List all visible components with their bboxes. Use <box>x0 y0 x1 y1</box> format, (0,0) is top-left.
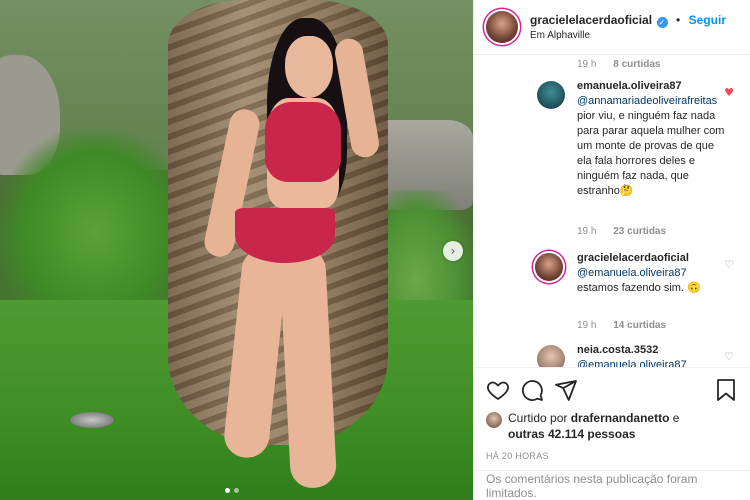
comment-body: pior viu, e ninguém faz nada para parar … <box>577 110 725 197</box>
comment-likes[interactable]: 8 curtidas <box>613 59 660 70</box>
comment-text: gracielelacerdaoficial @emanuela.oliveir… <box>577 251 727 296</box>
comment-item: emanuela.oliveira87 @annamariadeoliveira… <box>537 79 734 199</box>
leg-right <box>278 246 338 490</box>
bookmark-icon[interactable] <box>714 378 738 402</box>
carousel-next-button[interactable]: › <box>443 241 463 261</box>
comment-body: estamos fazendo sim. 🙃 <box>577 282 701 294</box>
comment-like-heart-icon[interactable]: ♡ <box>723 351 735 363</box>
carousel-dot <box>225 488 230 493</box>
comment-item: neia.costa.3532 @emanuela.oliveira87 ♡ <box>537 343 734 367</box>
commenter-avatar[interactable] <box>537 81 565 109</box>
ground-lamp <box>70 412 114 428</box>
comment-item: gracielelacerdaoficial @emanuela.oliveir… <box>535 251 734 296</box>
verified-icon: ✓ <box>656 16 668 28</box>
commenter-username[interactable]: neia.costa.3532 <box>577 344 658 356</box>
bikini-bottom <box>235 208 335 263</box>
comments-limited-notice: Os comentários nesta publicação foram li… <box>474 470 750 500</box>
commenter-username[interactable]: emanuela.oliveira87 <box>577 80 682 92</box>
comment-time: 19 h <box>577 320 597 331</box>
comment-like-heart-icon[interactable]: ♥ <box>723 87 735 99</box>
author-avatar[interactable] <box>486 11 518 43</box>
author-username[interactable]: gracielelacerdaoficial <box>530 13 652 27</box>
share-icon[interactable] <box>554 378 578 402</box>
comment-meta: 19 h 14 curtidas <box>577 320 666 331</box>
post-photo[interactable]: › <box>0 0 473 500</box>
separator-dot: • <box>675 12 681 27</box>
person-figure <box>201 18 385 498</box>
side-panel: gracielelacerdaoficial ✓ • Seguir Em Alp… <box>473 0 750 500</box>
action-icons <box>486 376 738 404</box>
carousel-dots <box>225 488 239 493</box>
liked-by-prefix: Curtido por <box>508 411 568 425</box>
head <box>285 36 333 98</box>
liked-by-suffix: e <box>672 411 680 425</box>
comment-icon[interactable] <box>520 378 544 402</box>
comment-mention[interactable]: @annamariadeoliveirafreitas <box>577 95 717 107</box>
comment-mention[interactable]: @emanuela.oliveira87 <box>577 359 687 367</box>
comment-text: emanuela.oliveira87 @annamariadeoliveira… <box>577 79 727 199</box>
leg-left <box>222 246 289 460</box>
comment-time: 19 h <box>577 226 597 237</box>
bikini-top <box>265 102 341 182</box>
carousel-dot <box>234 488 239 493</box>
liker-avatar[interactable] <box>486 412 502 428</box>
comment-time: 19 h <box>577 59 597 70</box>
comments-list[interactable]: 19 h 8 curtidas emanuela.oliveira87 @ann… <box>474 55 750 367</box>
liked-by-row: Curtido por drafernandanetto e outras 42… <box>486 410 738 442</box>
comment-meta: 19 h 23 curtidas <box>577 226 666 237</box>
post-timestamp[interactable]: HÁ 20 HORAS <box>486 451 738 461</box>
chevron-right-icon: › <box>450 244 456 258</box>
comment-like-heart-icon[interactable]: ♡ <box>723 259 735 271</box>
heart-icon[interactable] <box>486 378 510 402</box>
bush-left <box>0 130 190 300</box>
post-header: gracielelacerdaoficial ✓ • Seguir Em Alp… <box>474 0 750 55</box>
post-actions: Curtido por drafernandanetto e outras 42… <box>474 367 750 461</box>
comment-meta: 19 h 8 curtidas <box>577 59 661 70</box>
likes-count-link[interactable]: outras 42.114 pessoas <box>508 427 635 441</box>
commenter-avatar[interactable] <box>537 345 565 367</box>
commenter-avatar[interactable] <box>535 253 563 281</box>
comment-text: neia.costa.3532 @emanuela.oliveira87 <box>577 343 727 367</box>
liked-by-user-link[interactable]: drafernandanetto <box>571 411 670 425</box>
comment-likes[interactable]: 23 curtidas <box>613 226 666 237</box>
liked-by-text: Curtido por drafernandanetto e outras 42… <box>508 410 679 442</box>
author-meta: gracielelacerdaoficial ✓ • Seguir Em Alp… <box>530 12 726 43</box>
post-location[interactable]: Em Alphaville <box>530 28 726 43</box>
follow-button[interactable]: Seguir <box>689 13 726 27</box>
commenter-username[interactable]: gracielelacerdaoficial <box>577 252 689 264</box>
comment-likes[interactable]: 14 curtidas <box>613 320 666 331</box>
comment-mention[interactable]: @emanuela.oliveira87 <box>577 267 687 279</box>
